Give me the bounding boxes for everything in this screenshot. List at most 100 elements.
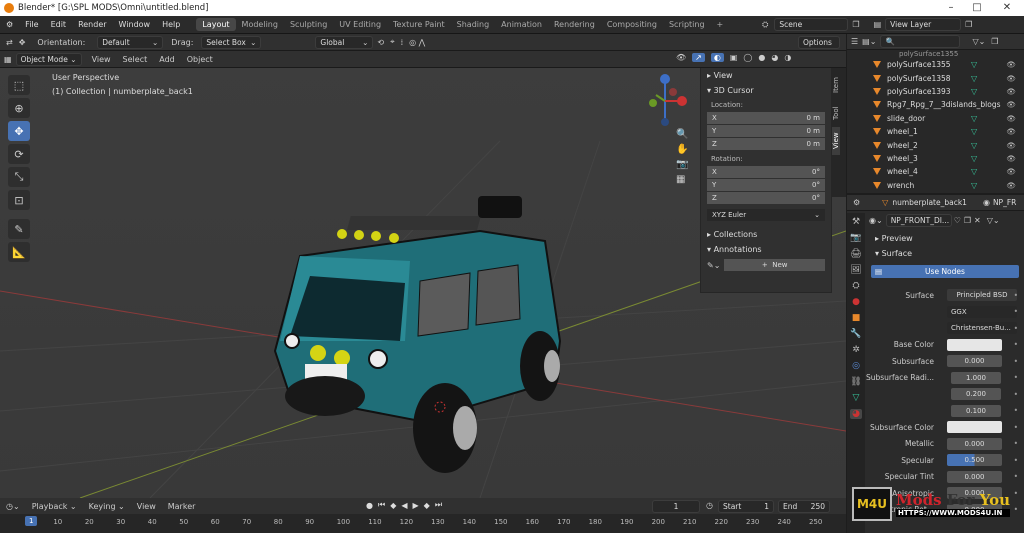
transform-tool-icon[interactable]: ⊡ [8,190,30,210]
outliner-row[interactable]: polySurface1355 ▽ 👁 [847,58,1024,71]
scale-tool-icon[interactable]: ⤡ [8,167,30,187]
add-workspace-icon[interactable]: + [711,18,730,31]
outliner-row[interactable]: wheel_1 ▽ 👁 [847,125,1024,138]
shading-rendered-icon[interactable]: ◑ [784,53,791,62]
visibility-eye-icon[interactable]: 👁 [1006,114,1016,123]
shading-solid-icon[interactable]: ● [758,53,765,62]
tool-props-icon[interactable]: ⚒ [852,217,860,227]
annotations-section[interactable]: ▾ Annotations [701,242,831,257]
drag-dropdown[interactable]: Select Box ⌄ [201,35,262,49]
render-props-icon[interactable]: 📷 [850,233,861,243]
tab-compositing[interactable]: Compositing [601,18,663,31]
property-value-field[interactable] [947,338,1002,351]
outliner-row[interactable]: wheel_2 ▽ 👁 [847,138,1024,151]
visibility-eye-icon[interactable]: 👁 [1006,100,1016,109]
property-value-field[interactable]: 0.000 [947,470,1002,483]
outliner-row[interactable]: polySurface1358 ▽ 👁 [847,71,1024,84]
timeline-editor-icon[interactable]: ◷⌄ [6,502,20,511]
outliner-row[interactable]: wrench ▽ 👁 [847,179,1024,192]
new-view-layer-icon[interactable]: ❐ [965,20,972,29]
visibility-icon[interactable]: 👁 [676,53,686,62]
keyframe-dot-icon[interactable]: • [1014,439,1018,448]
property-value-field[interactable]: 0.500 [947,454,1002,467]
keyframe-dot-icon[interactable]: • [1014,423,1018,432]
measure-tool-icon[interactable]: 📐 [8,242,30,262]
menu-object[interactable]: Object [187,55,213,64]
outliner-row[interactable]: wheel_4 ▽ 👁 [847,165,1024,178]
mesh-data-icon[interactable]: ▽ [971,74,977,83]
mesh-data-icon[interactable]: ▽ [971,127,977,136]
mesh-data-icon[interactable]: ▽ [971,167,977,176]
tab-uv-editing[interactable]: UV Editing [333,18,387,31]
property-value-field[interactable]: 0.100 [951,404,1001,417]
menu-window[interactable]: Window [113,20,157,29]
outliner-row[interactable]: polySurface1393 ▽ 👁 [847,85,1024,98]
ortho-grid-icon[interactable]: ▦ [676,174,688,185]
property-value-field[interactable]: 0.000 [947,437,1002,450]
menu-playback[interactable]: Playback ⌄ [32,502,77,511]
property-value-field[interactable]: Principled BSD [947,289,1017,302]
transform-orientation-dropdown[interactable]: Global ⌄ [315,35,374,49]
view-layer-props-icon[interactable]: 🖼 [850,265,861,275]
3d-cursor-section[interactable]: ▾ 3D Cursor [701,83,831,98]
menu-keying[interactable]: Keying ⌄ [89,502,125,511]
transform-tool-icon[interactable]: ⇄ [6,38,13,47]
display-mode-icon[interactable]: ▤⌄ [862,37,876,46]
unlink-material-icon[interactable]: ✕ [974,216,981,225]
tab-item[interactable]: Item [832,71,840,99]
prev-keyframe-icon[interactable]: ◆ [390,501,396,510]
menu-select[interactable]: Select [123,55,148,64]
view-section[interactable]: ▸ View [701,68,831,83]
visibility-eye-icon[interactable]: 👁 [1006,167,1016,176]
navigation-gizmo[interactable] [649,74,687,126]
duplicate-material-icon[interactable]: ❐ [964,216,971,225]
visibility-eye-icon[interactable]: 👁 [1006,154,1016,163]
property-value-field[interactable]: 0.000 [947,355,1002,368]
mesh-data-icon[interactable]: ▽ [971,181,977,190]
keyframe-dot-icon[interactable]: • [1014,456,1018,465]
filter-icon[interactable]: ▽⌄ [972,37,985,46]
menu-view[interactable]: View [92,55,111,64]
tab-rendering[interactable]: Rendering [548,18,601,31]
tab-view[interactable]: View [832,127,840,155]
menu-marker[interactable]: Marker [168,502,196,511]
keyframe-dot-icon[interactable]: • [1014,324,1018,333]
cursor-location-z[interactable]: Z0 m [707,138,825,150]
keyframe-dot-icon[interactable]: • [1014,307,1018,316]
xray-icon[interactable]: ▣ [730,53,738,62]
fake-user-icon[interactable]: ♡ [954,216,961,225]
move-tool-icon[interactable]: ✥ [8,121,30,141]
scene-field[interactable]: Scene [774,18,849,31]
editor-type-icon[interactable]: ▦ [4,55,12,64]
rotation-mode-dropdown[interactable]: XYZ Euler ⌄ [707,209,825,221]
pan-hand-icon[interactable]: ✋ [676,144,688,155]
new-scene-icon[interactable]: ❐ [852,20,859,29]
annotate-tool-icon[interactable]: ✎ [8,219,30,239]
property-value-field[interactable] [947,421,1002,434]
timeline-ruler[interactable]: 1 10 20 30 40 50 60 70 80 90 100 110 120 130 140 150 160… [0,514,846,533]
keyframe-dot-icon[interactable]: • [1014,340,1018,349]
proportional-edit-icon[interactable]: ◎ ⋀ [409,38,425,47]
mode-dropdown[interactable]: Object Mode ⌄ [15,52,82,66]
property-value-field[interactable]: 0.200 [951,388,1001,401]
tab-animation[interactable]: Animation [495,18,548,31]
shading-wireframe-icon[interactable]: ◯ [743,53,752,62]
current-frame-field[interactable]: 1 [652,500,700,513]
keyframe-dot-icon[interactable]: • [1014,472,1018,481]
material-filter-icon[interactable]: ▽⌄ [987,216,1000,225]
new-annotation-button[interactable]: + New [724,259,825,271]
options-dropdown[interactable]: Options [798,36,840,49]
snap-icon[interactable]: ⌖ [390,37,395,47]
menu-add[interactable]: Add [159,55,175,64]
keyframe-dot-icon[interactable]: • [1014,357,1018,366]
menu-render[interactable]: Render [72,20,112,29]
overlay-icon[interactable]: ◐ [710,53,724,62]
tab-layout[interactable]: Layout [196,18,236,31]
keyframe-dot-icon[interactable]: • [1014,373,1018,382]
visibility-eye-icon[interactable]: 👁 [1006,141,1016,150]
3d-viewport[interactable]: User Perspective (1) Collection | number… [0,51,846,498]
tab-modeling[interactable]: Modeling [236,18,284,31]
play-icon[interactable]: ▶ [413,501,419,510]
gizmo-icon[interactable]: ↗ [692,53,705,62]
tab-scripting[interactable]: Scripting [663,18,711,31]
